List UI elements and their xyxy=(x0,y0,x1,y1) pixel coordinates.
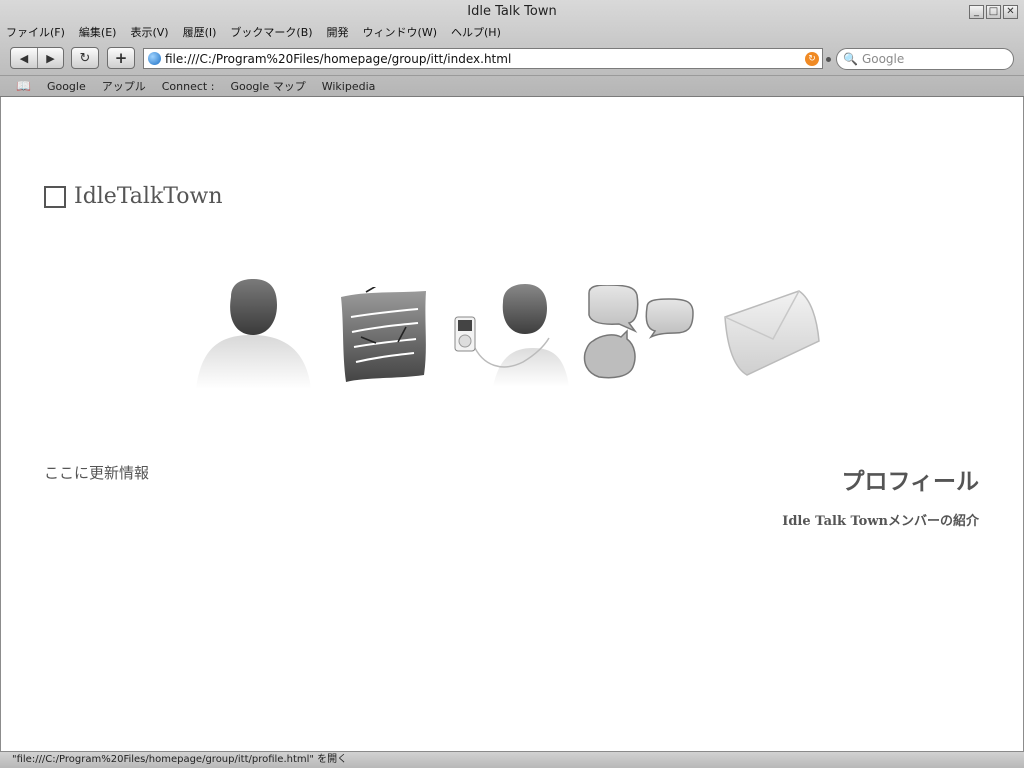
menu-window[interactable]: ウィンドウ(W) xyxy=(363,24,437,42)
book-icon[interactable]: 📖 xyxy=(16,79,31,93)
search-placeholder: Google xyxy=(861,52,905,66)
refresh-badge-icon[interactable]: ↻ xyxy=(805,51,819,66)
bookmark-google[interactable]: Google xyxy=(47,80,86,93)
browser-chrome: Idle Talk Town _ □ ✕ ファイル(F) 編集(E) 表示(V)… xyxy=(0,0,1024,97)
chat-bubbles-icon[interactable] xyxy=(583,285,703,385)
status-bar: "file:///C:/Program%20Files/homepage/gro… xyxy=(0,751,1024,768)
envelope-icon[interactable] xyxy=(721,289,826,384)
person-icon[interactable] xyxy=(191,277,316,392)
page-content: IdleTalkTown ここに更新情報 プロフィール Idle Talk To… xyxy=(0,97,1024,751)
menu-bookmarks[interactable]: ブックマーク(B) xyxy=(230,24,312,42)
site-logo[interactable]: IdleTalkTown xyxy=(44,184,223,209)
reload-button[interactable]: ↻ xyxy=(72,48,98,68)
toolbar-separator xyxy=(826,57,831,62)
navigation-toolbar: ◀ ▶ ↻ + file:///C:/Program%20Files/homep… xyxy=(0,44,1024,74)
forward-button[interactable]: ▶ xyxy=(37,48,63,68)
back-button[interactable]: ◀ xyxy=(11,48,37,68)
bookmark-wikipedia[interactable]: Wikipedia xyxy=(322,80,376,93)
menu-edit[interactable]: 編集(E) xyxy=(79,24,117,42)
menu-file[interactable]: ファイル(F) xyxy=(6,24,65,42)
music-player-person-icon[interactable] xyxy=(453,282,573,392)
address-bar[interactable]: file:///C:/Program%20Files/homepage/grou… xyxy=(143,48,823,69)
back-forward-group: ◀ ▶ xyxy=(10,47,64,69)
bookmarks-bar: 📖 Google アップル Connect : Google マップ Wikip… xyxy=(0,75,1024,96)
profile-subtitle: Idle Talk Townメンバーの紹介 xyxy=(782,514,979,529)
minimize-button[interactable]: _ xyxy=(969,5,984,19)
menu-bar: ファイル(F) 編集(E) 表示(V) 履歴(I) ブックマーク(B) 開発 ウ… xyxy=(0,24,1024,42)
bookmark-apple[interactable]: アップル xyxy=(102,78,146,94)
bookmark-google-maps[interactable]: Google マップ xyxy=(230,78,305,94)
updates-text: ここに更新情報 xyxy=(44,464,150,482)
globe-icon xyxy=(148,52,161,65)
maximize-button[interactable]: □ xyxy=(986,5,1001,19)
menu-help[interactable]: ヘルプ(H) xyxy=(451,24,501,42)
menu-view[interactable]: 表示(V) xyxy=(130,24,168,42)
search-icon: 🔍 xyxy=(843,52,858,66)
title-bar: Idle Talk Town _ □ ✕ xyxy=(0,0,1024,24)
reload-group: ↻ xyxy=(71,47,99,69)
logo-text: IdleTalkTown xyxy=(74,184,223,209)
notes-icon[interactable] xyxy=(336,287,431,387)
menu-history[interactable]: 履歴(I) xyxy=(183,24,217,42)
search-field[interactable]: 🔍 Google xyxy=(836,48,1014,70)
bookmark-connect[interactable]: Connect : xyxy=(162,80,215,93)
menu-develop[interactable]: 開発 xyxy=(327,24,349,42)
browser-window: Idle Talk Town _ □ ✕ ファイル(F) 編集(E) 表示(V)… xyxy=(0,0,1024,768)
profile-link[interactable]: プロフィール xyxy=(841,462,979,496)
url-text[interactable]: file:///C:/Program%20Files/homepage/grou… xyxy=(165,52,805,66)
new-tab-group: + xyxy=(107,47,135,69)
add-bookmark-button[interactable]: + xyxy=(108,48,134,68)
nav-icon-row xyxy=(191,277,831,392)
close-button[interactable]: ✕ xyxy=(1003,5,1018,19)
window-title: Idle Talk Town xyxy=(467,4,557,19)
logo-square-icon xyxy=(44,185,66,208)
window-controls: _ □ ✕ xyxy=(969,5,1018,19)
